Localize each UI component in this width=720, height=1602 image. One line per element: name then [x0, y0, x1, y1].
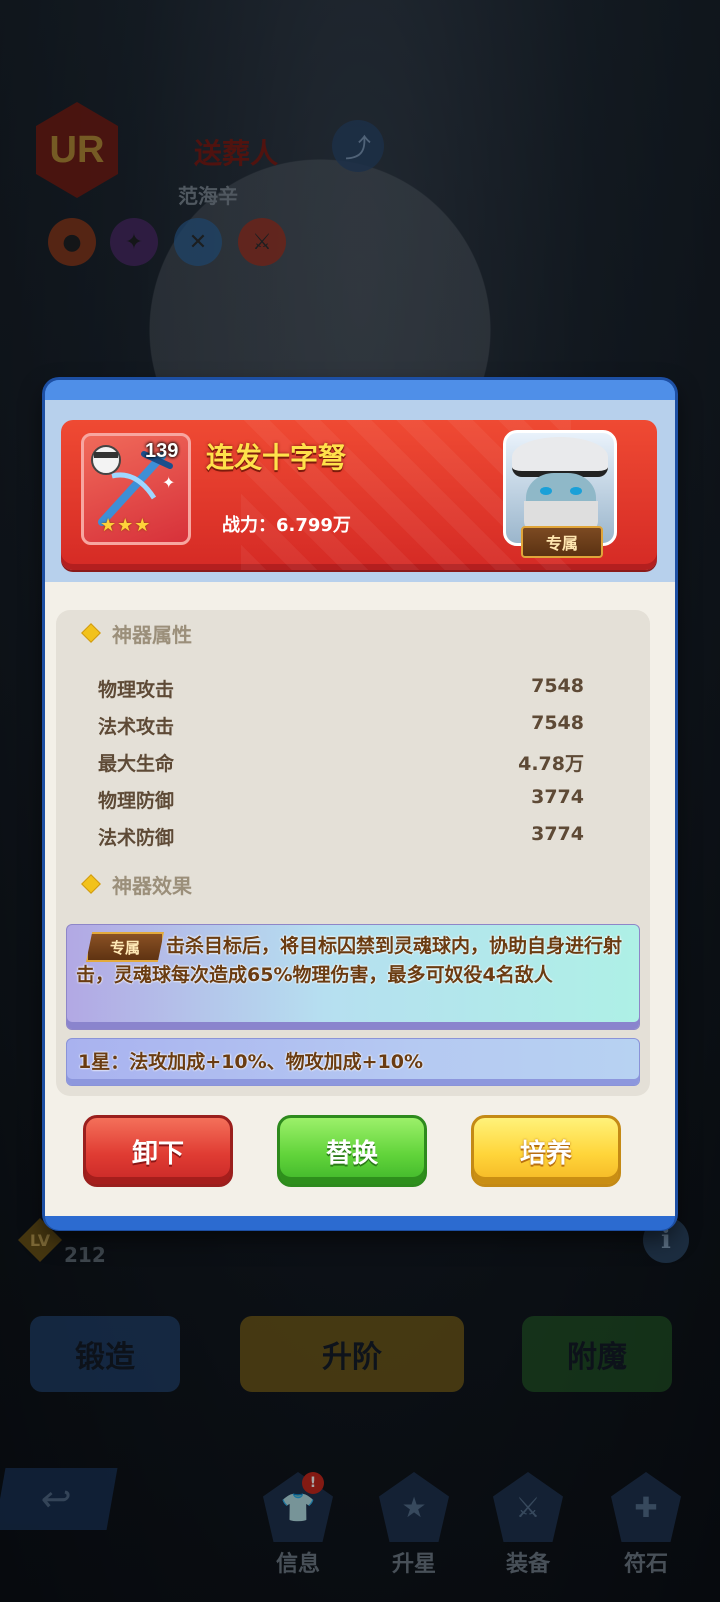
modal-top-edge	[45, 380, 675, 402]
exclusive-tag: 专属	[521, 526, 603, 558]
stat-label: 最大生命	[98, 753, 175, 775]
stat-label: 物理攻击	[98, 679, 175, 701]
unequip-button[interactable]: 卸下	[83, 1115, 233, 1187]
replace-button[interactable]: 替换	[277, 1115, 427, 1187]
star-bonus-text: 1星：法攻加成+10%、物攻加成+10%	[78, 1051, 424, 1073]
stat-label: 法术攻击	[98, 716, 175, 738]
modal-bottom-edge	[45, 1216, 675, 1230]
artifact-name: 连发十字弩	[206, 441, 347, 474]
stat-value: 7548	[531, 675, 584, 697]
hat-icon	[512, 437, 608, 477]
stat-value: 4.78万	[518, 753, 584, 775]
svg-text:✦: ✦	[162, 473, 175, 492]
stat-label: 物理防御	[98, 790, 175, 812]
upgrade-button[interactable]: 培养	[471, 1115, 621, 1187]
effect-exclusive-tag: 专属	[86, 932, 164, 962]
stat-value: 7548	[531, 712, 584, 734]
artifact-level: 139	[145, 440, 179, 462]
attributes-title: 神器属性	[112, 623, 192, 647]
eye-icon	[570, 487, 582, 495]
artifact-stars: ★★★	[100, 515, 152, 536]
stat-value: 3774	[531, 823, 584, 845]
effects-title: 神器效果	[112, 874, 192, 898]
combat-power: 战力：6.799万	[222, 515, 351, 536]
eye-icon	[540, 487, 552, 495]
stat-value: 3774	[531, 786, 584, 808]
stat-label: 法术防御	[98, 827, 175, 849]
